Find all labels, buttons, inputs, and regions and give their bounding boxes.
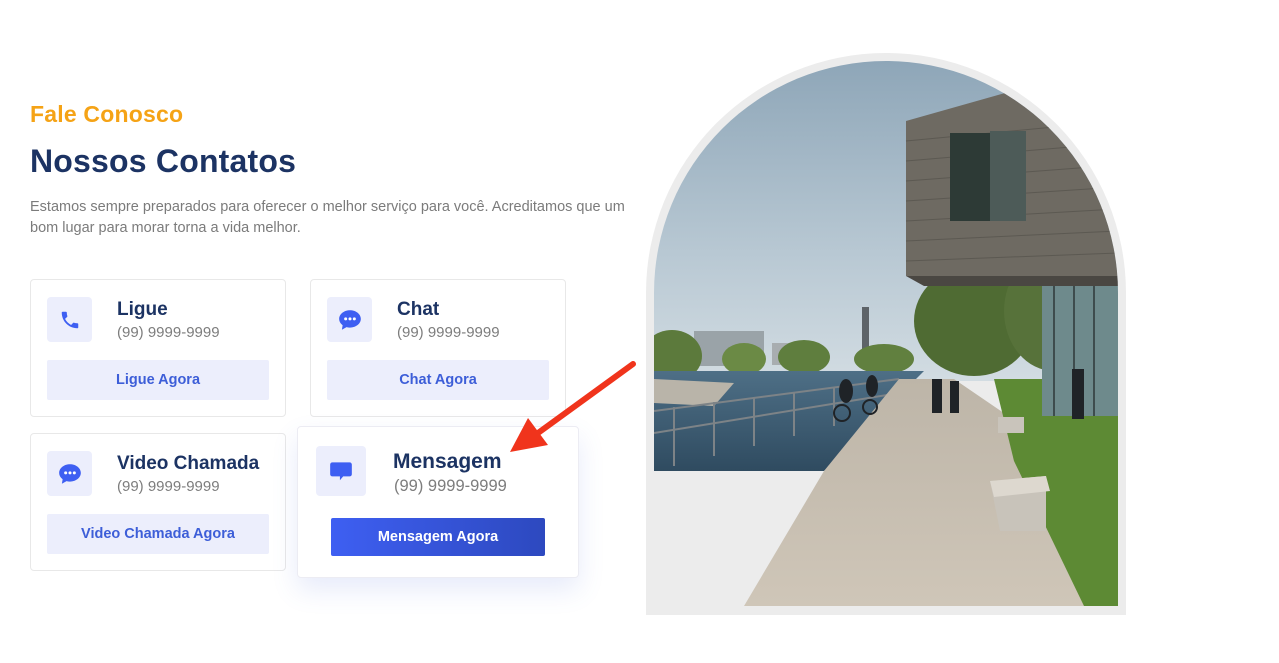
- contact-section: Fale Conosco Nossos Contatos Estamos sem…: [0, 0, 1279, 663]
- section-description: Estamos sempre preparados para oferecer …: [30, 199, 625, 236]
- contact-card-ligue: Ligue (99) 9999-9999 Ligue Agora: [30, 279, 286, 417]
- card-title: Video Chamada: [117, 453, 260, 474]
- card-phone: (99) 9999-9999: [394, 477, 507, 495]
- card-title: Mensagem: [393, 450, 502, 473]
- video-chamada-agora-button[interactable]: Video Chamada Agora: [47, 514, 269, 554]
- section-eyebrow: Fale Conosco: [30, 101, 184, 127]
- card-title: Chat: [397, 299, 440, 320]
- phone-icon: [47, 297, 92, 342]
- card-phone: (99) 9999-9999: [117, 324, 220, 341]
- contact-card-video-chamada: Video Chamada (99) 9999-9999 Video Chama…: [30, 433, 286, 571]
- chat-bubble-icon: [47, 451, 92, 496]
- annotation-arrow-icon: [500, 355, 640, 460]
- card-phone: (99) 9999-9999: [397, 324, 500, 341]
- chat-bubble-icon: [327, 297, 372, 342]
- ligue-agora-button[interactable]: Ligue Agora: [47, 360, 269, 400]
- card-title: Ligue: [117, 299, 168, 320]
- mensagem-agora-button[interactable]: Mensagem Agora: [331, 518, 545, 556]
- message-icon: [316, 446, 366, 496]
- page-title: Nossos Contatos: [30, 143, 297, 179]
- waterfront-photo: [654, 61, 1118, 606]
- card-phone: (99) 9999-9999: [117, 478, 220, 495]
